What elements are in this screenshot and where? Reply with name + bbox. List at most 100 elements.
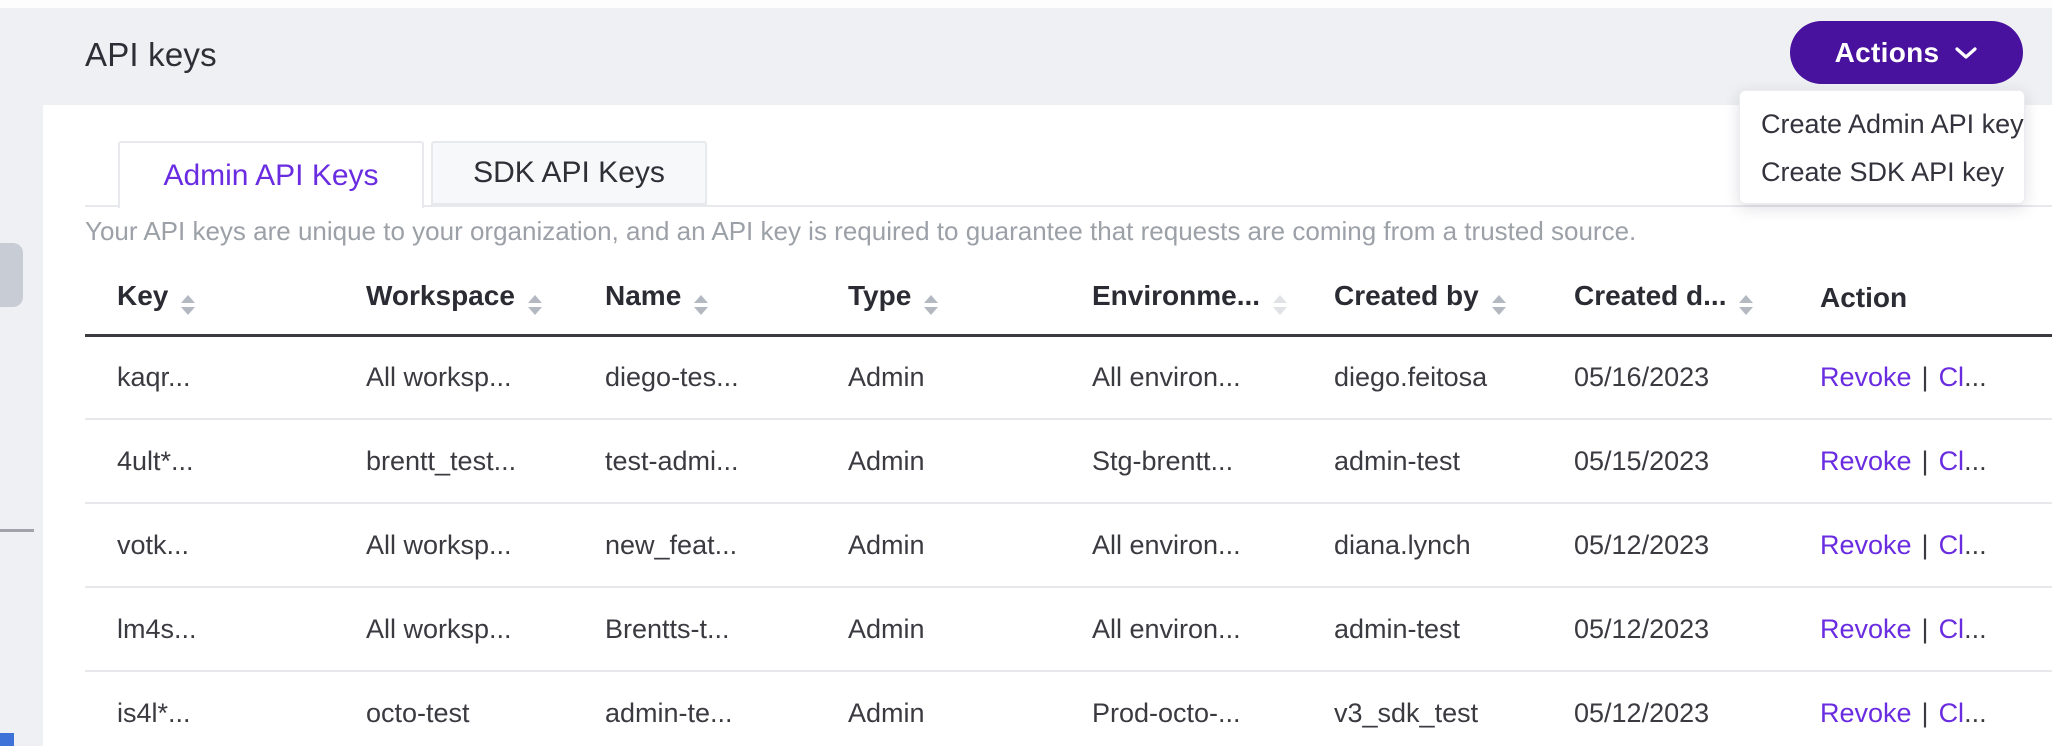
revoke-link[interactable]: Revoke [1820, 614, 1912, 644]
cell-key: votk... [85, 503, 334, 587]
column-label: Name [605, 280, 681, 311]
column-label: Key [117, 280, 168, 311]
top-strip [0, 0, 2052, 8]
clone-link[interactable]: Cl [1939, 530, 1965, 560]
table-row: 4ult*... brentt_test... test-admi... Adm… [85, 419, 2052, 503]
actions-dropdown-menu: Create Admin API key Create SDK API key [1739, 90, 2025, 204]
column-header-key[interactable]: Key [85, 262, 334, 335]
cell-actions: Revoke | Cl... [1788, 335, 2052, 419]
cell-actions: Revoke | Cl... [1788, 587, 2052, 671]
sidebar-divider [0, 529, 34, 532]
action-separator: | [1922, 614, 1929, 644]
truncation-ellipsis: ... [1964, 530, 1987, 560]
sort-icon[interactable] [1273, 295, 1287, 315]
column-header-environments[interactable]: Environme... [1060, 262, 1302, 335]
revoke-link[interactable]: Revoke [1820, 698, 1912, 728]
revoke-link[interactable]: Revoke [1820, 530, 1912, 560]
sort-icon[interactable] [1492, 295, 1506, 315]
cell-workspace: octo-test [334, 671, 573, 746]
cell-key: lm4s... [85, 587, 334, 671]
action-separator: | [1922, 446, 1929, 476]
column-header-workspace[interactable]: Workspace [334, 262, 573, 335]
cell-key: 4ult*... [85, 419, 334, 503]
cell-created-date: 05/12/2023 [1542, 671, 1788, 746]
sort-icon[interactable] [1739, 295, 1753, 315]
truncation-ellipsis: ... [1964, 698, 1987, 728]
clone-link[interactable]: Cl [1939, 446, 1965, 476]
clone-link[interactable]: Cl [1939, 362, 1965, 392]
cell-created-by: admin-test [1302, 419, 1542, 503]
api-keys-page: API keys Actions Create Admin API key Cr… [0, 0, 2052, 746]
page-title: API keys [85, 36, 217, 74]
sort-icon[interactable] [528, 295, 542, 315]
cell-name: test-admi... [573, 419, 816, 503]
sort-icon[interactable] [181, 295, 195, 315]
cell-name: Brentts-t... [573, 587, 816, 671]
revoke-link[interactable]: Revoke [1820, 446, 1912, 476]
actions-button[interactable]: Actions [1790, 21, 2023, 84]
table-row: kaqr... All worksp... diego-tes... Admin… [85, 335, 2052, 419]
table-row: votk... All worksp... new_feat... Admin … [85, 503, 2052, 587]
column-header-action: Action [1788, 262, 2052, 335]
cell-workspace: All worksp... [334, 503, 573, 587]
api-keys-description: Your API keys are unique to your organiz… [85, 216, 1636, 247]
cell-type: Admin [816, 587, 1060, 671]
column-header-created-by[interactable]: Created by [1302, 262, 1542, 335]
actions-button-label: Actions [1835, 37, 1940, 69]
cell-created-by: v3_sdk_test [1302, 671, 1542, 746]
cell-type: Admin [816, 671, 1060, 746]
cell-workspace: All worksp... [334, 587, 573, 671]
column-label: Action [1820, 282, 1907, 313]
column-label: Created d... [1574, 280, 1726, 311]
table-header-row: Key Workspace Name Type Environme... Cre… [85, 262, 2052, 335]
column-header-created-date[interactable]: Created d... [1542, 262, 1788, 335]
truncation-ellipsis: ... [1964, 362, 1987, 392]
cell-workspace: All worksp... [334, 335, 573, 419]
tab-admin-api-keys[interactable]: Admin API Keys [118, 141, 424, 208]
cell-created-date: 05/15/2023 [1542, 419, 1788, 503]
cell-created-by: admin-test [1302, 587, 1542, 671]
cell-environment: All environ... [1060, 335, 1302, 419]
cell-workspace: brentt_test... [334, 419, 573, 503]
sort-icon[interactable] [924, 295, 938, 315]
cell-name: diego-tes... [573, 335, 816, 419]
cell-environment: All environ... [1060, 503, 1302, 587]
cell-created-by: diana.lynch [1302, 503, 1542, 587]
tab-sdk-api-keys[interactable]: SDK API Keys [431, 141, 707, 205]
cell-type: Admin [816, 419, 1060, 503]
cell-key: is4l*... [85, 671, 334, 746]
clone-link[interactable]: Cl [1939, 614, 1965, 644]
action-separator: | [1922, 362, 1929, 392]
action-separator: | [1922, 698, 1929, 728]
table-row: lm4s... All worksp... Brentts-t... Admin… [85, 587, 2052, 671]
cell-environment: Prod-octo-... [1060, 671, 1302, 746]
cell-type: Admin [816, 503, 1060, 587]
menu-item-create-admin-api-key[interactable]: Create Admin API key [1740, 100, 2024, 148]
revoke-link[interactable]: Revoke [1820, 362, 1912, 392]
cell-key: kaqr... [85, 335, 334, 419]
truncation-ellipsis: ... [1964, 614, 1987, 644]
api-keys-table: Key Workspace Name Type Environme... Cre… [85, 262, 2052, 746]
column-header-type[interactable]: Type [816, 262, 1060, 335]
cell-actions: Revoke|Cl... [1788, 419, 2052, 503]
table-row: is4l*... octo-test admin-te... Admin Pro… [85, 671, 2052, 746]
cell-actions: Revoke | Cl... [1788, 503, 2052, 587]
sort-icon[interactable] [694, 295, 708, 315]
cell-name: new_feat... [573, 503, 816, 587]
bottom-left-accent [0, 733, 14, 746]
sidebar-scrollbar-thumb[interactable] [0, 243, 23, 307]
column-label: Environme... [1092, 280, 1260, 311]
column-header-name[interactable]: Name [573, 262, 816, 335]
cell-created-date: 05/12/2023 [1542, 587, 1788, 671]
column-label: Type [848, 280, 911, 311]
cell-name: admin-te... [573, 671, 816, 746]
cell-actions: Revoke | Cl... [1788, 671, 2052, 746]
cell-created-date: 05/12/2023 [1542, 503, 1788, 587]
menu-item-create-sdk-api-key[interactable]: Create SDK API key [1740, 148, 2024, 196]
cell-environment: Stg-brentt... [1060, 419, 1302, 503]
cell-environment: All environ... [1060, 587, 1302, 671]
cell-created-by: diego.feitosa [1302, 335, 1542, 419]
action-separator: | [1922, 530, 1929, 560]
cell-created-date: 05/16/2023 [1542, 335, 1788, 419]
clone-link[interactable]: Cl [1939, 698, 1965, 728]
